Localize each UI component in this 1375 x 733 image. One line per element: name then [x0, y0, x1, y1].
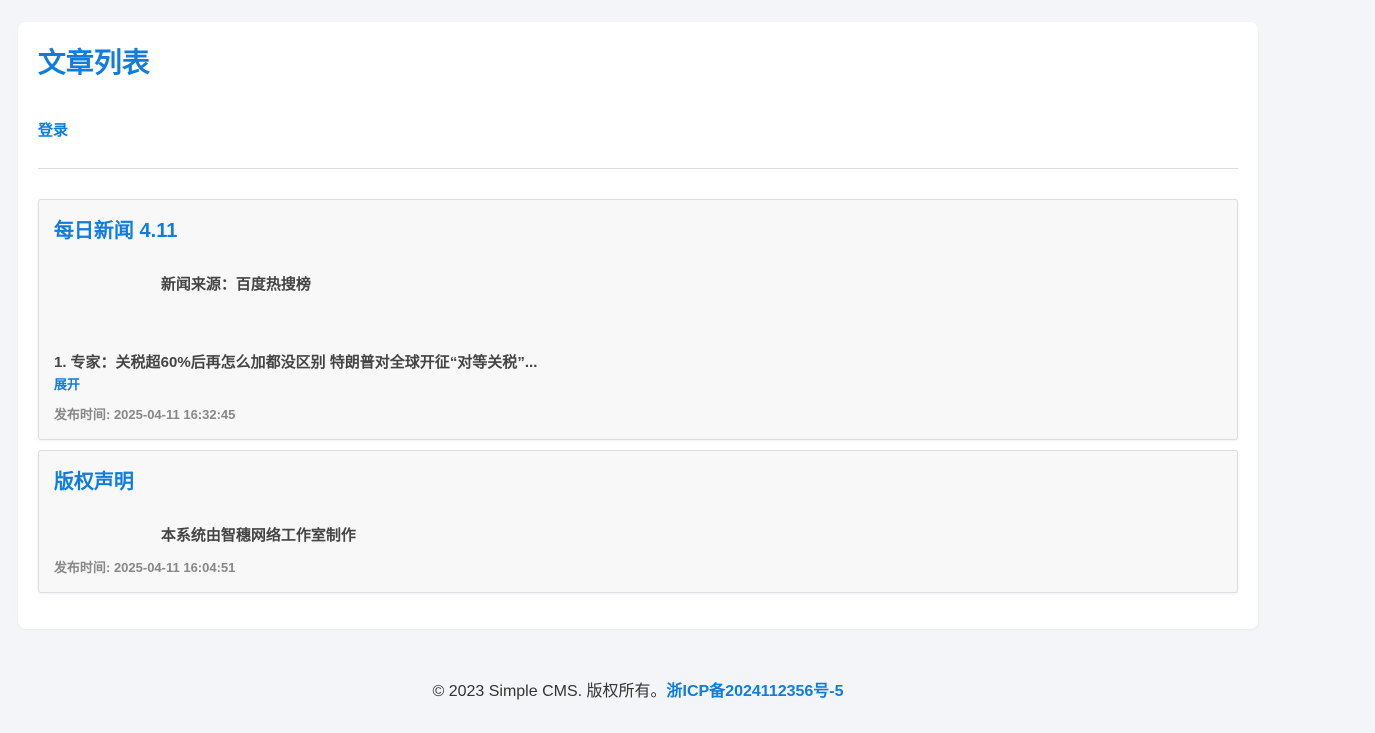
article-date: 发布时间: 2025-04-11 16:32:45 — [54, 407, 236, 422]
footer-copyright: © 2023 Simple CMS. 版权所有。 — [432, 683, 667, 700]
article-date: 发布时间: 2025-04-11 16:04:51 — [54, 560, 236, 575]
login-link[interactable]: 登录 — [38, 122, 68, 140]
main-container: 文章列表 登录 每日新闻 4.11 新闻来源：百度热搜榜 1. 专家：关税超60… — [18, 22, 1258, 629]
article-source: 本系统由智穗网络工作室制作 — [161, 527, 357, 544]
page-title: 文章列表 — [38, 47, 151, 78]
article-title-link[interactable]: 版权声明 — [54, 470, 134, 494]
icp-link[interactable]: 浙ICP备2024112356号-5 — [667, 683, 844, 700]
article-card: 每日新闻 4.11 新闻来源：百度热搜榜 1. 专家：关税超60%后再怎么加都没… — [38, 199, 1238, 440]
article-source: 新闻来源：百度热搜榜 — [161, 276, 312, 293]
expand-button[interactable]: 展开 — [54, 377, 80, 393]
footer: © 2023 Simple CMS. 版权所有。浙ICP备2024112356号… — [0, 682, 1276, 702]
article-card: 版权声明 本系统由智穗网络工作室制作 发布时间: 2025-04-11 16:0… — [38, 450, 1238, 593]
divider — [38, 168, 1238, 169]
article-excerpt: 1. 专家：关税超60%后再怎么加都没区别 特朗普对全球开征“对等关税”... — [54, 354, 538, 371]
article-title-link[interactable]: 每日新闻 4.11 — [54, 219, 177, 243]
